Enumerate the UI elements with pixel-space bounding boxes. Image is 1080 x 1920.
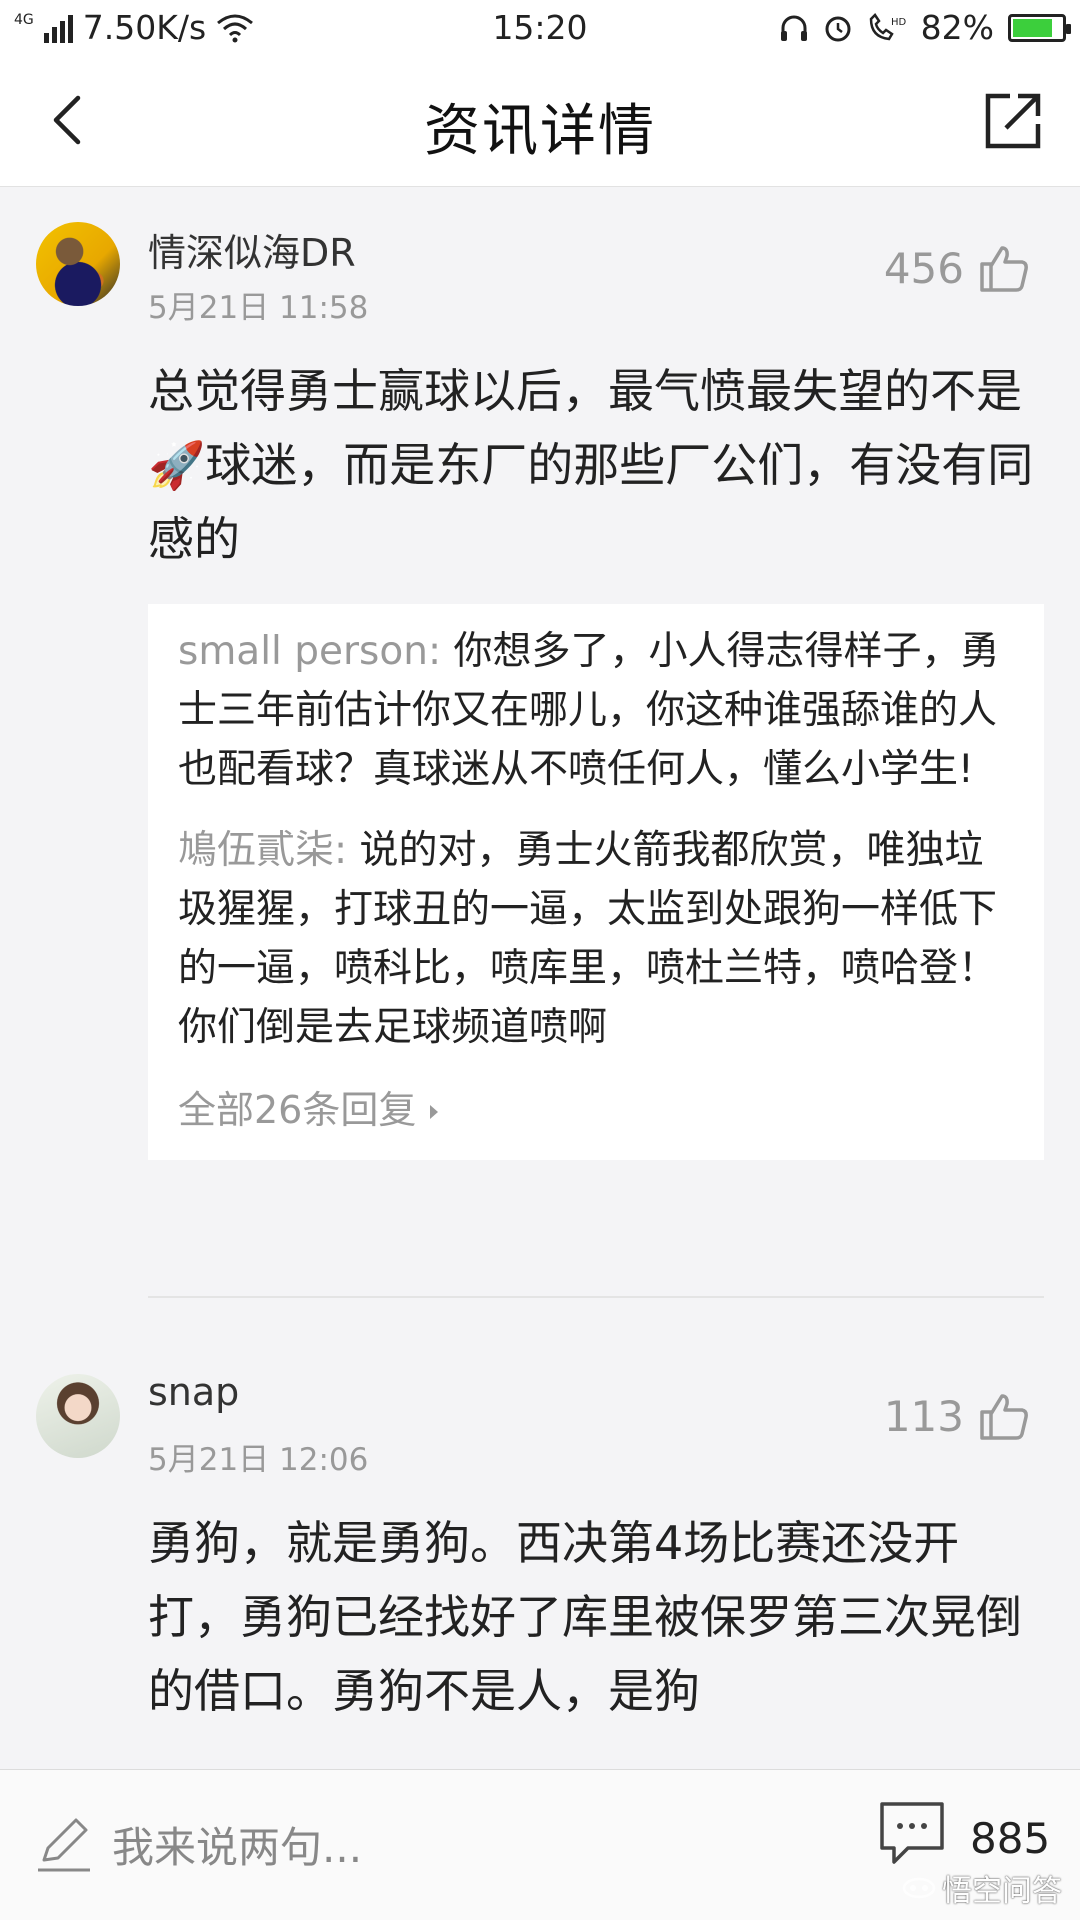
all-replies-link[interactable]: 全部26条回复 [178,1079,1014,1134]
bottom-bar: 我来说两句... 885 悟空问答 [0,1769,1080,1920]
alarm-icon [825,16,851,41]
battery-icon [1008,13,1071,42]
watermark: 悟空问答 [902,1866,1062,1910]
battery-percent: 82% [920,8,994,47]
like-count: 113 [883,1391,964,1441]
share-icon[interactable] [982,90,1044,152]
headphones-icon [780,15,807,41]
avatar[interactable] [36,1374,120,1458]
comment-date: 5月21日 12:06 [148,1442,369,1478]
comment-text-part1: 总觉得勇士赢球以后，最气愤最失望的不是 [148,364,1022,418]
reply-item: small person: 你想多了，小人得志得样子，勇士三年前估计你又在哪儿，… [178,622,1014,799]
pencil-icon [38,1818,90,1872]
avatar[interactable] [36,222,120,306]
comment-username[interactable]: snap [148,1370,239,1414]
comments-icon[interactable] [878,1800,946,1866]
status-bar: 4G 7.50K/s 15:20 HD 82% [0,0,1080,56]
comment-text: 总觉得勇士赢球以后，最气愤最失望的不是 🚀球迷，而是东厂的那些厂公们，有没有同感的 [148,354,1048,576]
svg-text:HD: HD [891,17,907,28]
comment-text-part2: 球迷，而是东厂的那些厂公们，有没有同感的 [148,438,1034,566]
rocket-emoji-icon: 🚀 [148,438,206,492]
hd-call-icon: HD [869,12,907,40]
divider [148,1296,1044,1298]
like-count: 456 [883,243,964,293]
status-right: HD 82% [779,8,1071,47]
comment-username[interactable]: 情深似海DR [148,222,356,277]
comment-count[interactable]: 885 [970,1814,1050,1863]
reply-author[interactable]: small person: [178,629,441,674]
comment-date: 5月21日 11:58 [148,290,369,326]
reply-item: 鳩伍貳柒: 说的对，勇士火箭我都欣赏，唯独垃圾猩猩，打球丑的一逼，太监到处跟狗一… [178,821,1014,1057]
chevron-right-icon [430,1105,439,1119]
watermark-text: 悟空问答 [942,1874,1062,1909]
like-button[interactable]: 456 [884,242,1030,294]
thumbs-up-icon [980,246,1028,292]
reply-box[interactable]: small person: 你想多了，小人得志得样子，勇士三年前估计你又在哪儿，… [148,604,1044,1160]
like-button[interactable]: 113 [884,1390,1030,1442]
comment-input[interactable]: 我来说两句... [112,1814,362,1875]
comment-text: 勇狗，就是勇狗。西决第4场比赛还没开打，勇狗已经找好了库里被保罗第三次晃倒的借口… [148,1516,1022,1718]
thumbs-up-icon [980,1394,1028,1440]
all-replies-label: 全部26条回复 [178,1088,417,1132]
wukong-logo-icon [902,1877,936,1899]
page-title: 资讯详情 [424,99,656,164]
reply-author[interactable]: 鳩伍貳柒: [178,828,347,873]
nav-bar: 资讯详情 [0,56,1080,187]
